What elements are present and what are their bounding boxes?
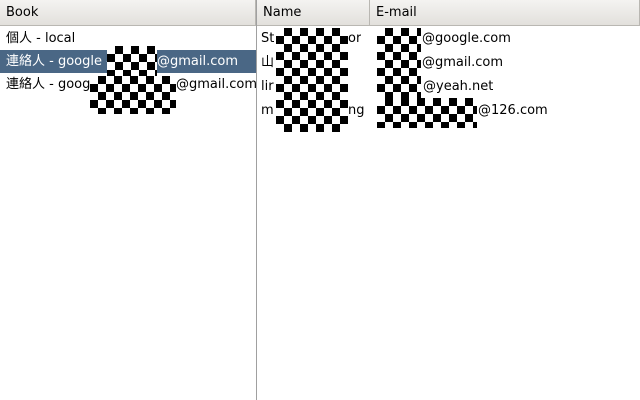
book-item-label: 個人 - local — [6, 31, 76, 46]
book-item-label: 連絡人 - google - — [6, 54, 111, 69]
contact-email: @yeah.net — [423, 79, 494, 94]
column-header-email-label: E-mail — [376, 5, 417, 20]
contact-email: @google.com — [422, 31, 511, 46]
contact-email: @126.com — [478, 103, 548, 118]
redacted-block — [90, 76, 176, 114]
column-header-book-label: Book — [6, 5, 39, 20]
column-header-email[interactable]: E-mail — [370, 0, 640, 26]
redacted-block — [276, 28, 348, 132]
book-item-google-2[interactable]: 連絡人 - googl @gmail.com — [0, 73, 258, 114]
book-item-label: 連絡人 - googl — [6, 77, 94, 92]
contact-name-start: 山 — [261, 55, 275, 70]
book-item-email-suffix: @gmail.com — [157, 54, 239, 69]
contact-name-start: lir — [261, 79, 274, 94]
book-item-google-1[interactable]: 連絡人 - google - @gmail.com — [0, 46, 256, 77]
book-item-email-suffix: @gmail.com — [176, 77, 258, 92]
column-header-name[interactable]: Name — [257, 0, 370, 26]
column-header-name-label: Name — [263, 5, 302, 20]
contact-email: @gmail.com — [422, 55, 504, 70]
column-header-book[interactable]: Book — [0, 0, 256, 26]
contacts-table[interactable]: Name E-mail St or @google.com 山 @gmail.c… — [257, 0, 640, 400]
address-book-list[interactable]: Book 個人 - local 連絡人 - google - @gmail.co… — [0, 0, 258, 400]
contact-name-start: St — [261, 31, 275, 46]
redacted-block — [377, 98, 477, 128]
contact-name-end: or — [348, 31, 362, 46]
contact-name-end: ng — [348, 103, 365, 118]
contact-name-start: m — [261, 103, 274, 118]
redacted-block — [377, 28, 421, 98]
